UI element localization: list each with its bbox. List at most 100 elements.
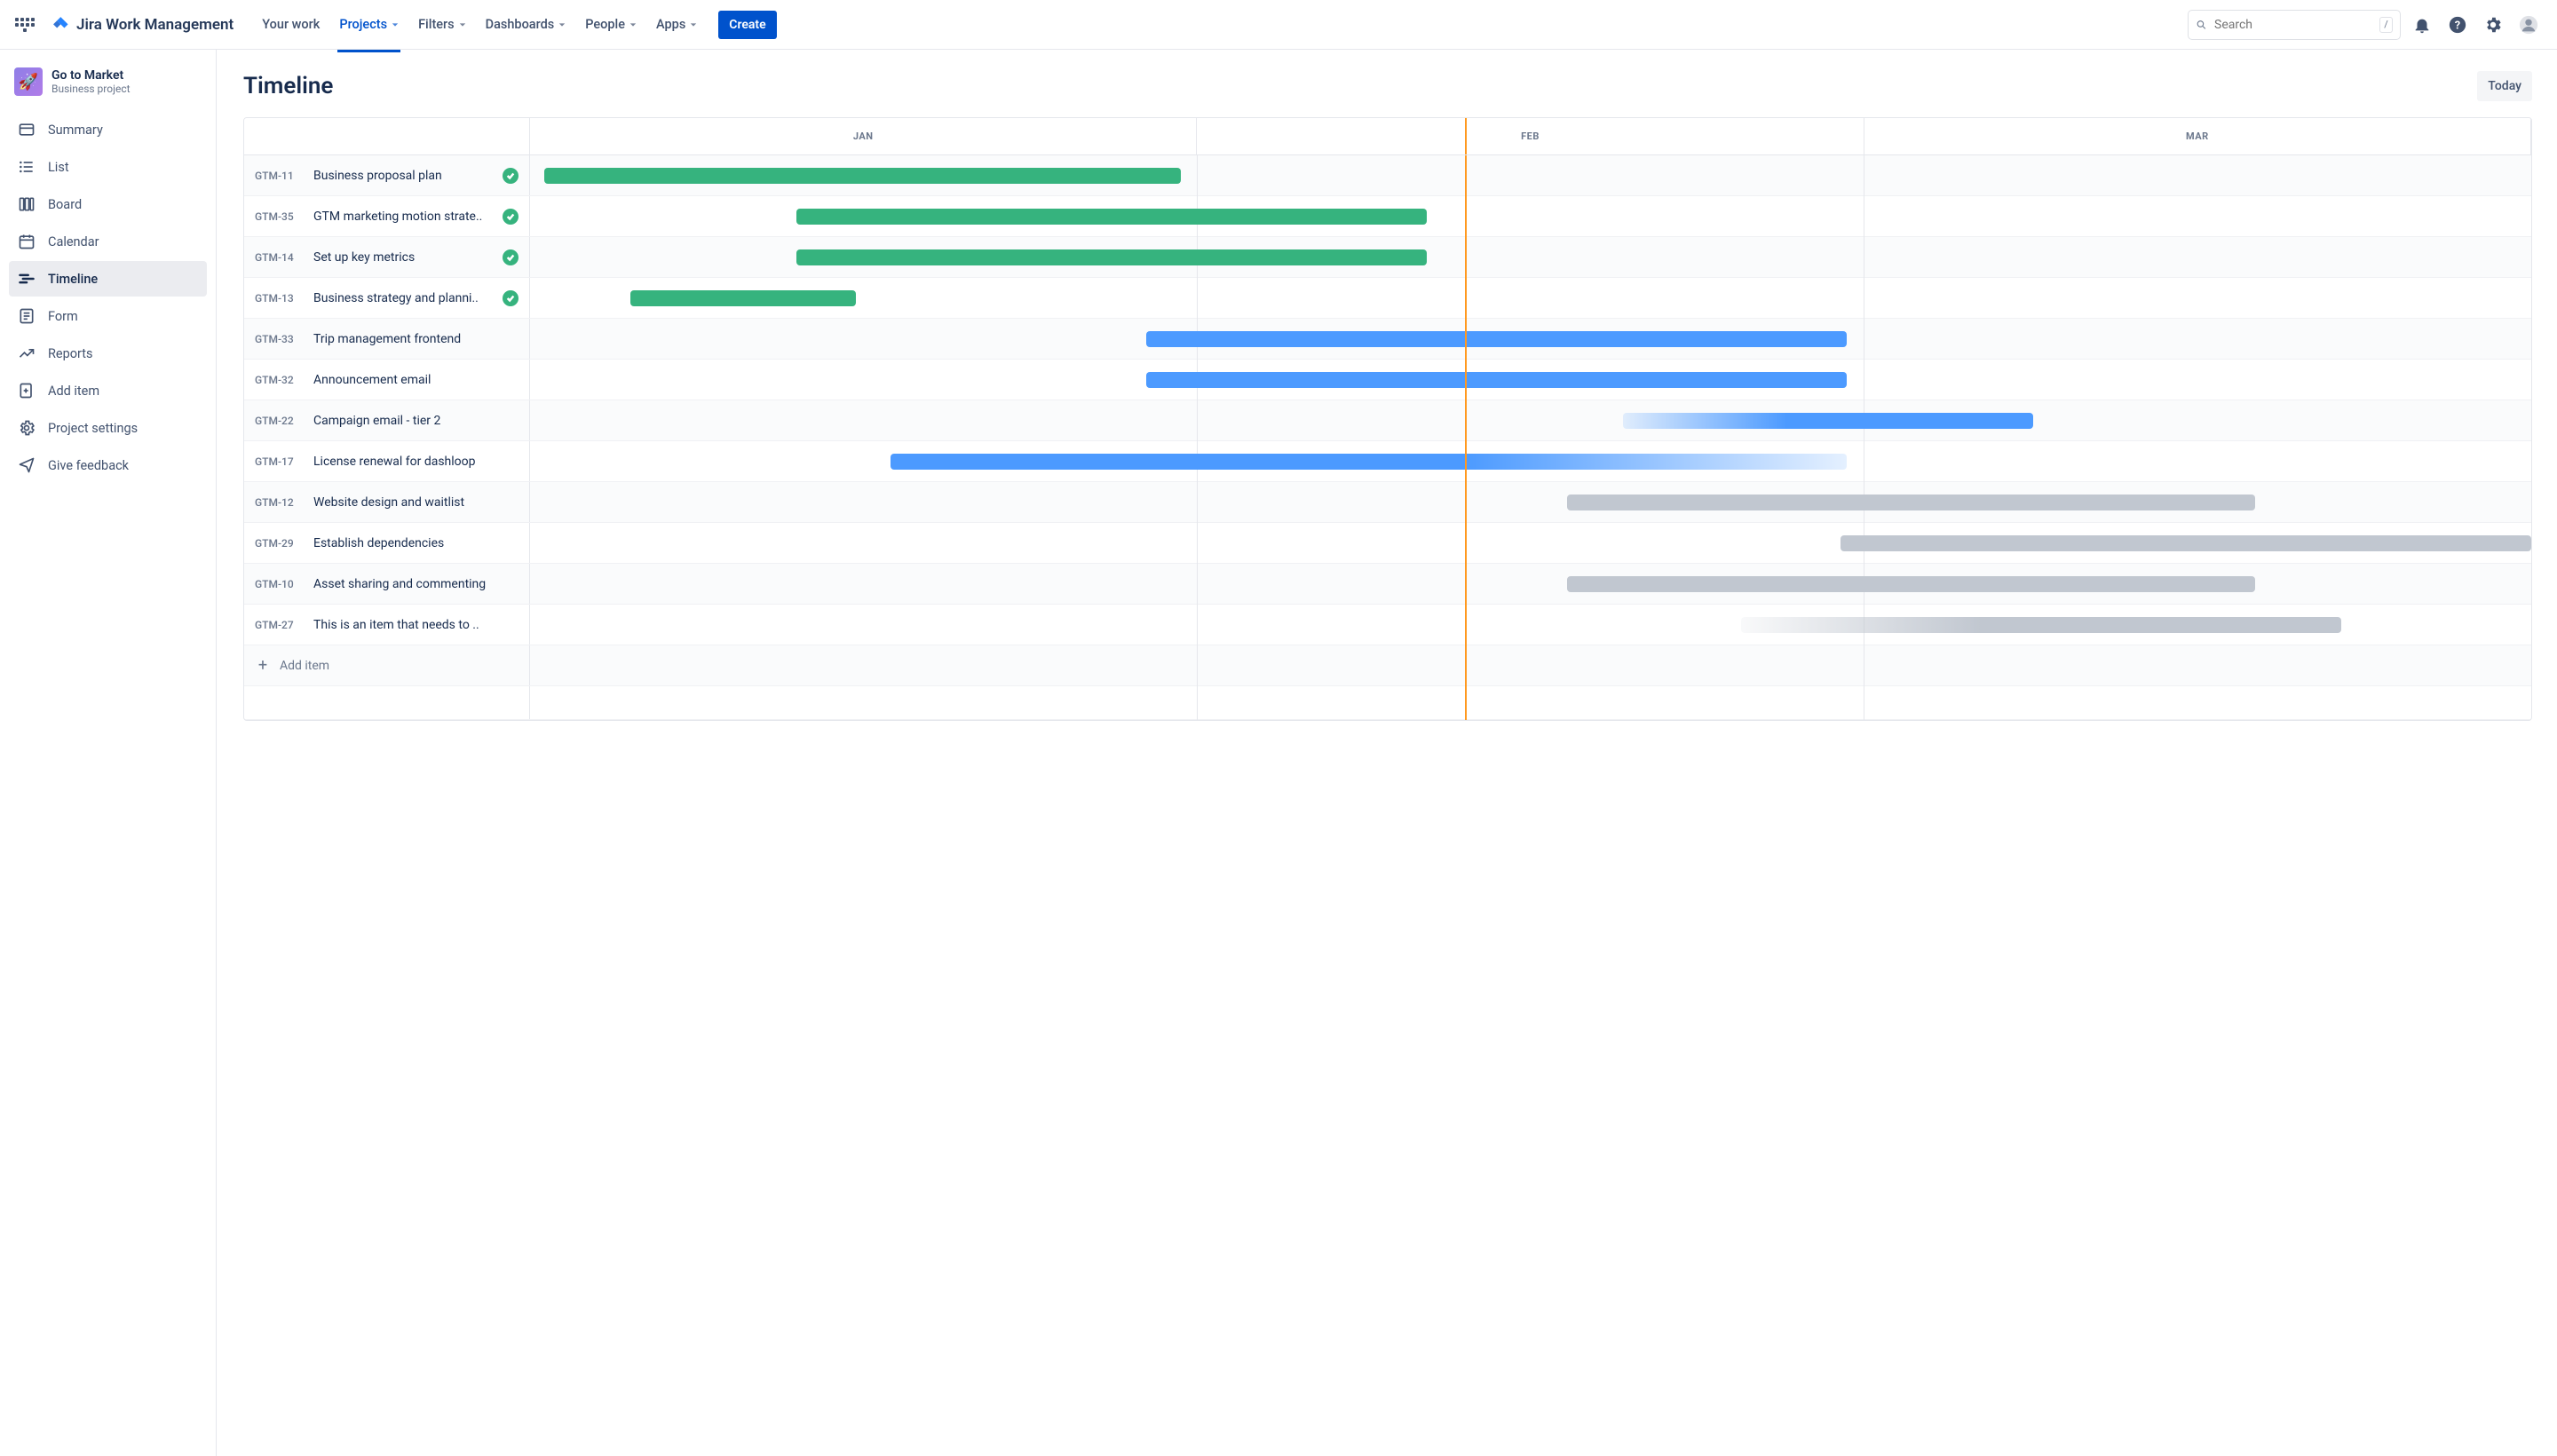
timeline-row[interactable]: GTM-33 Trip management frontend (244, 319, 2531, 360)
main-content: Timeline Today JANFEBMAR GTM-11Business … (217, 50, 2557, 1456)
timeline-row-left: GTM-33 Trip management frontend (244, 319, 530, 359)
issue-key[interactable]: GTM-12 (255, 496, 305, 509)
timeline-row-track (530, 319, 2531, 359)
svg-text:?: ? (2455, 19, 2460, 32)
give-feedback-icon (18, 456, 36, 474)
issue-key[interactable]: GTM-11 (255, 170, 305, 182)
timeline-bar[interactable] (544, 168, 1181, 184)
chevron-down-icon (629, 21, 637, 28)
done-check-icon (503, 168, 519, 184)
timeline-row[interactable]: GTM-35 GTM marketing motion strate.. (244, 196, 2531, 237)
sidebar-item-summary[interactable]: Summary (9, 112, 207, 147)
issue-summary[interactable]: Announcement email (313, 373, 519, 387)
done-check-icon (503, 249, 519, 265)
search-input[interactable] (2214, 18, 2372, 32)
timeline-row[interactable]: GTM-32 Announcement email (244, 360, 2531, 400)
issue-summary[interactable]: Business strategy and planni.. (313, 291, 494, 305)
done-check-icon (503, 209, 519, 225)
nav-dashboards[interactable]: Dashboards (479, 12, 574, 37)
timeline-row[interactable]: GTM-17 License renewal for dashloop (244, 441, 2531, 482)
timeline-row[interactable]: GTM-11 Business proposal plan (244, 155, 2531, 196)
timeline-row-track (530, 278, 2531, 318)
issue-summary[interactable]: License renewal for dashloop (313, 455, 519, 469)
nav-projects[interactable]: Projects (332, 12, 406, 37)
issue-summary[interactable]: Trip management frontend (313, 332, 519, 346)
nav-your-work[interactable]: Your work (255, 12, 327, 37)
timeline-bar[interactable] (796, 249, 1427, 265)
chevron-down-icon (459, 21, 466, 28)
issue-summary[interactable]: Asset sharing and commenting (313, 577, 519, 591)
nav-people[interactable]: People (578, 12, 644, 37)
help-icon[interactable]: ? (2443, 11, 2472, 39)
issue-summary[interactable]: Establish dependencies (313, 536, 519, 550)
project-icon: 🚀 (14, 67, 43, 96)
timeline-row[interactable]: GTM-22 Campaign email - tier 2 (244, 400, 2531, 441)
sidebar-item-label: Add item (48, 384, 99, 399)
timeline-row-track (530, 605, 2531, 645)
timeline-bar[interactable] (796, 209, 1427, 225)
timeline-bar[interactable] (1623, 413, 2033, 429)
issue-key[interactable]: GTM-27 (255, 619, 305, 631)
issue-key[interactable]: GTM-14 (255, 251, 305, 264)
issue-key[interactable]: GTM-35 (255, 210, 305, 223)
nav-filters[interactable]: Filters (411, 12, 473, 37)
sidebar-item-timeline[interactable]: Timeline (9, 261, 207, 297)
month-header: MAR (1864, 118, 2531, 154)
sidebar-item-label: Calendar (48, 234, 99, 249)
issue-summary[interactable]: Website design and waitlist (313, 495, 519, 510)
app-switcher-icon[interactable] (14, 14, 36, 36)
sidebar-item-form[interactable]: Form (9, 298, 207, 334)
brand-logo[interactable]: Jira Work Management (51, 15, 234, 35)
timeline-bar[interactable] (630, 290, 857, 306)
timeline-bar[interactable] (1841, 535, 2531, 551)
issue-key[interactable]: GTM-32 (255, 374, 305, 386)
timeline-bar[interactable] (1567, 495, 2255, 510)
sidebar-item-list[interactable]: List (9, 149, 207, 185)
issue-summary[interactable]: Business proposal plan (313, 169, 494, 183)
nav-items: Your work Projects Filters Dashboards Pe… (255, 11, 776, 39)
timeline-row[interactable]: GTM-12 Website design and waitlist (244, 482, 2531, 523)
sidebar-item-label: Summary (48, 123, 103, 138)
profile-avatar[interactable] (2514, 11, 2543, 39)
issue-key[interactable]: GTM-17 (255, 455, 305, 468)
timeline-bar[interactable] (1741, 617, 2341, 633)
timeline-bar[interactable] (1146, 331, 1847, 347)
issue-summary[interactable]: This is an item that needs to .. (313, 618, 519, 632)
issue-key[interactable]: GTM-29 (255, 537, 305, 550)
timeline-bar[interactable] (891, 454, 1847, 470)
sidebar-item-label: Reports (48, 346, 93, 361)
notifications-icon[interactable] (2408, 11, 2436, 39)
sidebar-item-label: Board (48, 197, 82, 212)
issue-key[interactable]: GTM-13 (255, 292, 305, 305)
sidebar-item-reports[interactable]: Reports (9, 336, 207, 371)
add-item-row[interactable]: +Add item (244, 645, 2531, 686)
timeline-row[interactable]: GTM-27 This is an item that needs to .. (244, 605, 2531, 645)
issue-key[interactable]: GTM-10 (255, 578, 305, 590)
today-button[interactable]: Today (2477, 71, 2532, 101)
issue-key[interactable]: GTM-33 (255, 333, 305, 345)
timeline-row[interactable]: GTM-10 Asset sharing and commenting (244, 564, 2531, 605)
sidebar-item-add-item[interactable]: Add item (9, 373, 207, 408)
search-box[interactable]: / (2188, 10, 2401, 40)
create-button[interactable]: Create (718, 11, 776, 39)
sidebar-item-board[interactable]: Board (9, 186, 207, 222)
timeline-row[interactable]: GTM-14 Set up key metrics (244, 237, 2531, 278)
settings-icon[interactable] (2479, 11, 2507, 39)
sidebar-item-project-settings[interactable]: Project settings (9, 410, 207, 446)
timeline-row-left: GTM-12 Website design and waitlist (244, 482, 530, 522)
project-header[interactable]: 🚀 Go to Market Business project (9, 64, 207, 108)
timeline-row[interactable]: GTM-29 Establish dependencies (244, 523, 2531, 564)
project-name: Go to Market (51, 68, 131, 83)
issue-summary[interactable]: GTM marketing motion strate.. (313, 210, 494, 224)
sidebar-item-give-feedback[interactable]: Give feedback (9, 447, 207, 483)
sidebar-item-calendar[interactable]: Calendar (9, 224, 207, 259)
nav-apps[interactable]: Apps (649, 12, 704, 37)
issue-summary[interactable]: Set up key metrics (313, 250, 494, 265)
timeline-row[interactable]: GTM-13 Business strategy and planni.. (244, 278, 2531, 319)
timeline-bar[interactable] (1146, 372, 1847, 388)
timeline-row-left: GTM-29 Establish dependencies (244, 523, 530, 563)
empty-row (244, 686, 2531, 720)
issue-key[interactable]: GTM-22 (255, 415, 305, 427)
issue-summary[interactable]: Campaign email - tier 2 (313, 414, 519, 428)
timeline-bar[interactable] (1567, 576, 2255, 592)
